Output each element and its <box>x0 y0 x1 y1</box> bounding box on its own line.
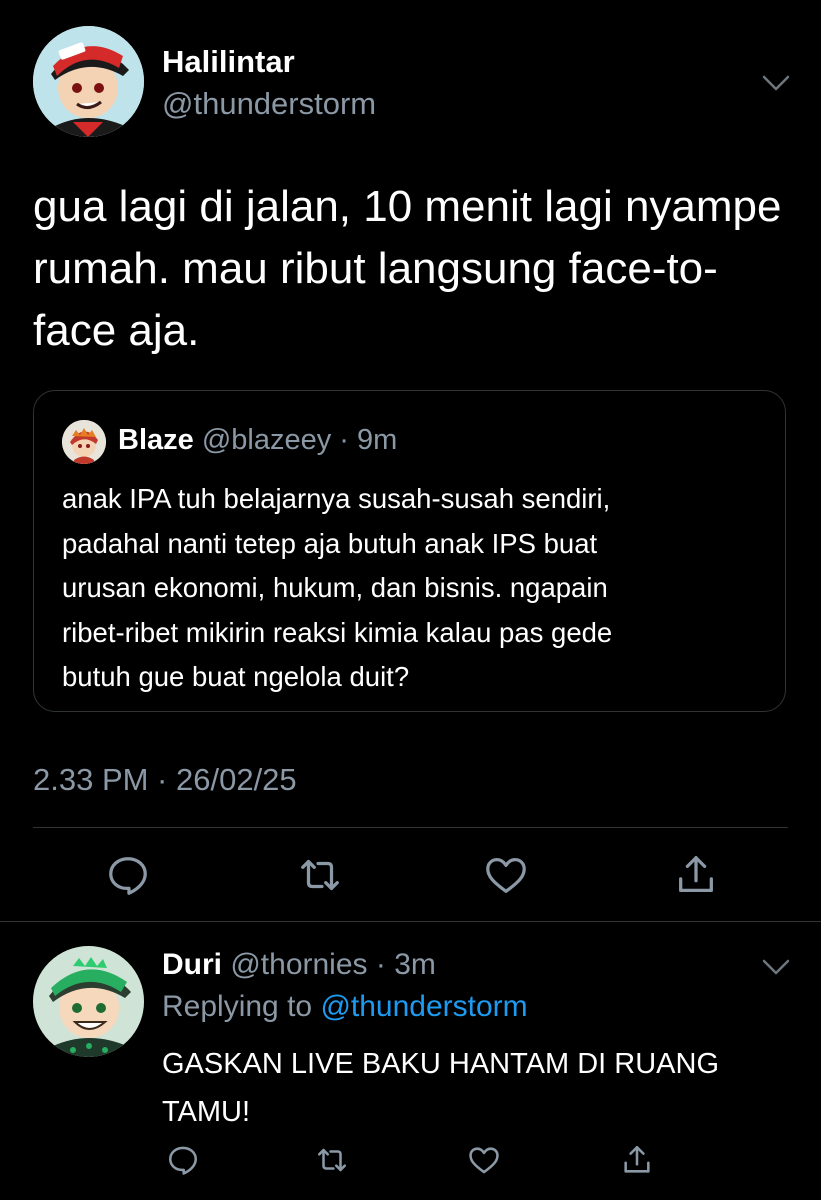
reply-button[interactable] <box>105 852 151 898</box>
author-avatar[interactable] <box>33 26 144 137</box>
retweet-icon <box>317 1148 347 1172</box>
heart-icon <box>486 858 526 893</box>
avatar-image-icon <box>33 946 144 1057</box>
replying-to-mention[interactable]: @thunderstorm <box>320 990 527 1023</box>
reply-reply-button[interactable] <box>166 1143 200 1177</box>
reply-icon <box>109 857 147 895</box>
share-icon <box>679 856 713 892</box>
author-handle[interactable]: @thunderstorm <box>162 86 376 122</box>
reply-icon <box>168 1146 198 1175</box>
chevron-down-icon <box>762 75 790 91</box>
quote-author-avatar <box>62 420 106 464</box>
reply-meta: Duri @thornies · 3m <box>162 948 436 982</box>
replying-to-line: Replying to @thunderstorm <box>162 990 528 1024</box>
reply-share-button[interactable] <box>620 1143 654 1177</box>
reply-separator: · <box>367 948 395 981</box>
quote-meta: Blaze @blazeey · 9m <box>118 424 397 457</box>
retweet-icon <box>301 859 339 891</box>
author-name[interactable]: Halilintar <box>162 44 295 80</box>
chevron-down-icon <box>762 959 790 975</box>
reply-like-button[interactable] <box>467 1143 501 1177</box>
reply-menu-button[interactable] <box>761 956 791 978</box>
tweet-menu-button[interactable] <box>761 72 791 94</box>
quote-author-handle[interactable]: @blazeey <box>202 424 331 456</box>
reply-author-avatar[interactable] <box>33 946 144 1057</box>
retweet-button[interactable] <box>297 852 343 898</box>
quote-time: 9m <box>357 424 398 456</box>
quote-author-name[interactable]: Blaze <box>118 424 194 456</box>
avatar-image-icon <box>33 26 144 137</box>
divider <box>33 827 788 828</box>
reply-retweet-button[interactable] <box>315 1143 349 1177</box>
quote-separator: · <box>331 424 358 456</box>
quote-text: anak IPA tuh belajarnya susah-susah send… <box>62 483 613 692</box>
share-icon <box>624 1145 650 1173</box>
heart-icon <box>469 1147 499 1174</box>
section-divider <box>0 921 821 922</box>
tweet-text: gua lagi di jalan, 10 menit lagi nyampe … <box>33 182 782 355</box>
reply-author-name[interactable]: Duri <box>162 948 222 981</box>
quoted-tweet-card[interactable]: Blaze @blazeey · 9m anak IPA tuh belajar… <box>33 390 786 712</box>
replying-prefix: Replying to <box>162 990 321 1023</box>
reply-text: GASKAN LIVE BAKU HANTAM DI RUANG TAMU! <box>162 1048 720 1128</box>
reply-time: 3m <box>394 948 436 981</box>
share-button[interactable] <box>673 852 719 898</box>
like-button[interactable] <box>483 852 529 898</box>
tweet-timestamp[interactable]: 2.33 PM · 26/02/25 <box>33 762 297 798</box>
avatar-image-icon <box>62 420 106 464</box>
reply-author-handle[interactable]: @thornies <box>230 948 367 981</box>
